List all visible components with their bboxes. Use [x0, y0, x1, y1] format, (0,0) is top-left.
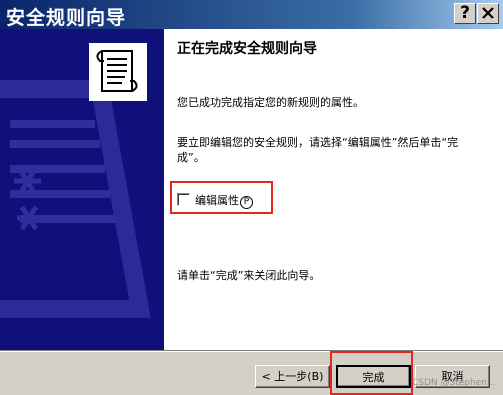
highlight-box-checkbox [170, 181, 273, 214]
instruction-text: 要立即编辑您的安全规则，请选择“编辑属性”然后单击“完成”。 [177, 136, 459, 164]
title-bar: 安全规则向导 ? [0, 0, 503, 29]
wizard-window: 安全规则向导 ? 正在完成安全规则向导 您已成功完成指定您的新规则的属性。 要立… [0, 0, 503, 395]
info-text: 您已成功完成指定您的新规则的属性。 [177, 96, 364, 109]
close-icon [482, 7, 494, 19]
finish-hint-text: 请单击“完成”来关闭此向导。 [177, 269, 321, 282]
close-button[interactable] [477, 3, 499, 24]
divider-highlight [0, 351, 503, 352]
back-button[interactable]: < 上一步(B) [255, 365, 330, 388]
window-title: 安全规则向导 [6, 7, 127, 29]
wizard-banner-graphic [0, 29, 164, 350]
highlight-box-finish [330, 351, 413, 395]
wizard-side-banner [0, 29, 164, 350]
scroll-icon [89, 43, 147, 101]
watermark-text: CSDN @Stephen... [412, 378, 496, 388]
page-heading: 正在完成安全规则向导 [177, 41, 317, 57]
help-button[interactable]: ? [454, 3, 476, 24]
